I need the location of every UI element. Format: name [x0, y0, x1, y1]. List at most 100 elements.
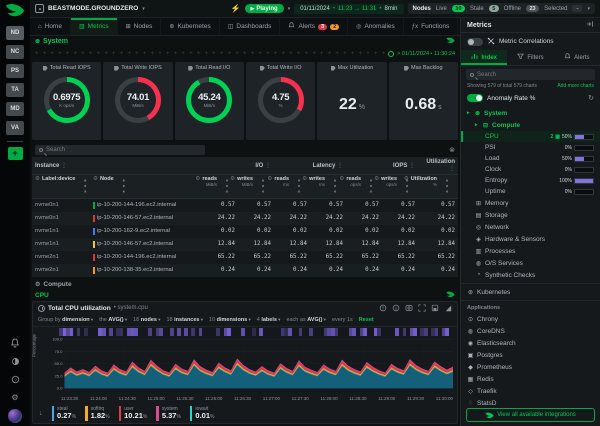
tree-item-memory[interactable]: ⊞Memory [461, 197, 600, 209]
anomaly-ribbon[interactable] [59, 328, 453, 336]
kpi-card-total-read-i-o[interactable]: Total Read I/O45.24MiB/s [175, 62, 244, 140]
column-header-1[interactable]: ⚙Node⋮ [90, 175, 202, 199]
column-gear-icon[interactable]: ⚙ [302, 176, 307, 182]
tab-alerts[interactable]: Alerts32 [280, 18, 348, 35]
app-item-chrony[interactable]: ⊙Chrony [461, 313, 600, 325]
clear-filter-icon[interactable]: ⊗ [449, 146, 455, 154]
tree-item-clock[interactable]: Clock0% [461, 164, 600, 175]
column-header-8[interactable]: ⚙Utilization%⋮ [418, 175, 458, 199]
workspace-nd[interactable]: ND [6, 26, 24, 40]
settings-gear-icon[interactable]: ⚙ [9, 391, 21, 403]
tree-item-storage[interactable]: ▤Storage [461, 209, 600, 221]
app-item-redis[interactable]: ▦Redis [461, 373, 600, 385]
selected-caret-icon[interactable]: ▾ [587, 6, 590, 12]
news-bolt-icon[interactable]: ⚡ [231, 4, 241, 13]
toolbar-chip-avg-[interactable]: each as AVG() ▾ [286, 317, 326, 323]
sidebar-tab-alerts[interactable]: Alerts [554, 50, 600, 65]
anomaly-rate-toggle[interactable] [467, 94, 483, 102]
legend-item-steal[interactable]: steal0.27% [52, 406, 77, 421]
kpi-card-max-utilization[interactable]: Max Utilization22% [317, 62, 386, 140]
workspace-ps[interactable]: PS [6, 64, 24, 78]
offline-count-badge[interactable]: 23 [526, 5, 539, 12]
playing-button[interactable]: ▶ Playing [245, 4, 284, 13]
alert-count-badge[interactable]: 2 [330, 24, 339, 30]
kpi-card-total-write-i-o[interactable]: Total Write I/O4.75% [246, 62, 315, 140]
table-group-iops[interactable]: IOPS ⋮ [346, 157, 418, 175]
legend-item-iowait[interactable]: iowait0.01% [190, 406, 215, 421]
table-row[interactable]: nvme1n1ip-10-200-162-9.ec2.internal0.020… [32, 225, 458, 238]
column-gear-icon[interactable]: ⚙ [374, 176, 379, 182]
legend-item-user[interactable]: user10.21% [119, 406, 148, 421]
table-row[interactable]: nvme0n1ip-10-200-146-57.ec2.internal24.2… [32, 212, 458, 225]
tab-anomalies[interactable]: ◎Anomalies [348, 18, 404, 35]
timeline-knob[interactable] [388, 51, 394, 57]
help-icon[interactable]: ? [9, 373, 21, 385]
collapse-panel-icon[interactable] [586, 20, 594, 30]
toolbar-chip-nodes[interactable]: 18 nodes ▾ [133, 317, 160, 323]
tree-item-cpu[interactable]: CPU2▦50% [461, 131, 600, 142]
table-group-i-o[interactable]: I/O ⋮ [202, 157, 274, 175]
selected-value[interactable]: - [572, 5, 582, 12]
view-integrations-button[interactable]: View all available integrations [466, 408, 595, 422]
app-item-postgres[interactable]: ▣Postgres [461, 349, 600, 361]
netdata-logo-icon[interactable] [5, 3, 25, 18]
space-name[interactable]: BEASTMODE.GROUNDZERO [48, 5, 138, 12]
table-search-input[interactable]: Search [35, 145, 205, 155]
table-group-utilization[interactable]: Utilization ⋮ [418, 157, 458, 175]
column-gear-icon[interactable]: ⚙ [267, 176, 272, 182]
app-item-statsd[interactable]: ◌StatsD [461, 397, 600, 405]
column-gear-icon[interactable]: ⚙ [195, 176, 200, 182]
alert-count-badge[interactable]: 3 [318, 24, 327, 30]
add-workspace-button[interactable]: + [8, 147, 23, 160]
chart-plot[interactable]: Percentage 100.075.050.025.00.0 [37, 336, 453, 397]
tab-metrics[interactable]: ▥Metrics [71, 18, 118, 35]
column-header-0[interactable]: ⚙Label:device⋮ [32, 175, 90, 199]
toolbar-chip-avg-[interactable]: the AVG() ▾ [99, 317, 127, 323]
legend-scroll-icon[interactable]: ↓ [39, 410, 43, 417]
tree-item-load[interactable]: Load50% [461, 153, 600, 164]
notifications-bell-icon[interactable] [9, 337, 21, 349]
info-icon[interactable] [392, 304, 400, 312]
live-count-badge[interactable]: 10 [452, 5, 465, 12]
workspace-va[interactable]: VA [6, 121, 24, 135]
tree-item-entropy[interactable]: Entropy100% [461, 175, 600, 186]
anomalies-icon[interactable] [379, 304, 387, 312]
legend-item-system[interactable]: system5.37% [156, 406, 181, 421]
timeline-scrubber[interactable]: ++++++++++++++++++++++++++++++++++++++++… [30, 47, 460, 60]
workspace-nc[interactable]: NC [6, 45, 24, 59]
tab-kubernetes[interactable]: ⊛Kubernetes [161, 18, 219, 35]
legend-item-softirq[interactable]: softirq1.82% [85, 406, 110, 421]
tab-functions[interactable]: ƒxFunctions [404, 18, 459, 35]
tree-item-psi[interactable]: PSI0% [461, 142, 600, 153]
app-item-elasticsearch[interactable]: ◉Elasticsearch [461, 337, 600, 349]
space-caret-icon[interactable]: ▾ [142, 6, 145, 12]
sidebar-tab-index[interactable]: Index [461, 50, 507, 65]
sidebar-tab-filters[interactable]: Filters [507, 50, 553, 65]
table-row[interactable]: nvme0n1ip-10-200-144-196.ec2.internal0.5… [32, 199, 458, 212]
playing-caret-icon[interactable]: ▾ [288, 6, 291, 12]
correlations-toggle[interactable] [467, 38, 483, 46]
date-range-picker[interactable]: 01/11/2024 • 11:23 → 11:31 • 8min [294, 4, 403, 14]
workspace-ta[interactable]: TA [6, 83, 24, 97]
tab-dashboards[interactable]: ◫Dashboards [220, 18, 281, 35]
app-item-coredns[interactable]: ◍CoreDNS [461, 325, 600, 337]
system-section-title[interactable]: System [43, 38, 68, 45]
add-more-charts-link[interactable]: Add more charts [557, 83, 594, 89]
tree-item-processes[interactable]: ▥Processes [461, 245, 600, 257]
resize-handle-icon[interactable] [444, 304, 452, 312]
table-group-latency[interactable]: Latency ⋮ [274, 157, 346, 175]
kpi-card-total-write-iops[interactable]: Total Write IOPS74.01MiB/s [103, 62, 172, 140]
workspace-md[interactable]: MD [6, 102, 24, 116]
column-gear-icon[interactable]: ⚙ [404, 176, 409, 182]
tree-item-hardware-sensors[interactable]: ◈Hardware & Sensors [461, 233, 600, 245]
compute-section-header[interactable]: ⚙ Compute [30, 279, 460, 290]
reset-button[interactable]: Reset [359, 317, 374, 323]
table-group-instance[interactable]: Instance ⋮ [32, 157, 202, 175]
tree-item-system[interactable]: ▸⊛System [461, 107, 600, 119]
theme-icon[interactable] [9, 355, 21, 367]
column-gear-icon[interactable]: ⚙ [339, 176, 344, 182]
tab-home[interactable]: ⌂Home [30, 18, 71, 35]
toolbar-chip-dimensions[interactable]: 10 dimensions ▾ [209, 317, 251, 323]
table-row[interactable]: nvme2n1ip-10-200-138-35.ec2.internal0.24… [32, 264, 458, 277]
cpu-section-header[interactable]: CPU [30, 290, 460, 301]
